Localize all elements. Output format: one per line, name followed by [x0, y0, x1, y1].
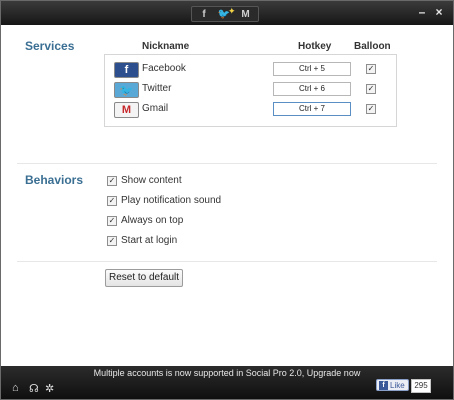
- always-on-top-checkbox[interactable]: ✓: [107, 216, 117, 226]
- balloon-checkbox-facebook[interactable]: ✓: [366, 64, 376, 74]
- title-bar: f 🐦 ✦ M – ×: [1, 1, 453, 25]
- balloon-header: Balloon: [354, 41, 391, 52]
- minimize-button[interactable]: –: [415, 5, 429, 19]
- service-row-gmail: M Gmail Ctrl + 7 ✓: [105, 102, 396, 120]
- title-service-icons: f 🐦 ✦ M: [191, 6, 259, 22]
- service-name: Twitter: [142, 83, 172, 94]
- behavior-label: Show content: [121, 175, 182, 186]
- start-at-login-checkbox[interactable]: ✓: [107, 236, 117, 246]
- like-label: Like: [390, 381, 405, 390]
- facebook-icon: f: [379, 381, 388, 391]
- hotkey-input-gmail[interactable]: Ctrl + 7: [273, 102, 351, 116]
- footer-bar: Multiple accounts is now supported in So…: [1, 366, 453, 399]
- gmail-icon: M: [114, 102, 139, 118]
- star-icon: ✦: [228, 5, 236, 16]
- app-window: f 🐦 ✦ M – × Services Nickname Hotkey Bal…: [0, 0, 454, 400]
- behavior-label: Always on top: [121, 215, 184, 226]
- upgrade-promo-link[interactable]: Multiple accounts is now supported in So…: [1, 368, 453, 378]
- facebook-like-button[interactable]: f Like: [376, 379, 409, 391]
- close-button[interactable]: ×: [432, 5, 446, 19]
- services-title: Services: [25, 39, 75, 53]
- gear-icon[interactable]: ✲: [45, 382, 54, 395]
- service-name: Facebook: [142, 63, 186, 74]
- like-count: 295: [411, 379, 431, 393]
- twitter-icon: 🐦: [114, 82, 139, 98]
- section-divider: [17, 261, 437, 262]
- hotkey-input-twitter[interactable]: Ctrl + 6: [273, 82, 351, 96]
- home-icon[interactable]: ⌂: [12, 382, 19, 394]
- reset-to-default-button[interactable]: Reset to default: [105, 269, 183, 287]
- hotkey-header: Hotkey: [298, 41, 332, 52]
- balloon-checkbox-twitter[interactable]: ✓: [366, 84, 376, 94]
- nickname-header: Nickname: [142, 41, 190, 52]
- service-row-twitter: 🐦 Twitter Ctrl + 6 ✓: [105, 82, 396, 100]
- section-divider: [17, 163, 437, 164]
- service-name: Gmail: [142, 103, 169, 114]
- facebook-icon: f: [114, 62, 139, 78]
- facebook-icon[interactable]: f: [194, 8, 214, 20]
- show-content-checkbox[interactable]: ✓: [107, 176, 117, 186]
- behavior-label: Start at login: [121, 235, 178, 246]
- behavior-label: Play notification sound: [121, 195, 222, 206]
- balloon-checkbox-gmail[interactable]: ✓: [366, 104, 376, 114]
- play-sound-checkbox[interactable]: ✓: [107, 196, 117, 206]
- service-row-facebook: f Facebook Ctrl + 5 ✓: [105, 62, 396, 80]
- hotkey-input-facebook[interactable]: Ctrl + 5: [273, 62, 351, 76]
- gmail-icon[interactable]: M: [236, 8, 256, 20]
- headset-icon[interactable]: ☊: [29, 382, 39, 395]
- behaviors-title: Behaviors: [25, 173, 84, 187]
- services-list: f Facebook Ctrl + 5 ✓ 🐦 Twitter Ctrl + 6…: [104, 54, 397, 127]
